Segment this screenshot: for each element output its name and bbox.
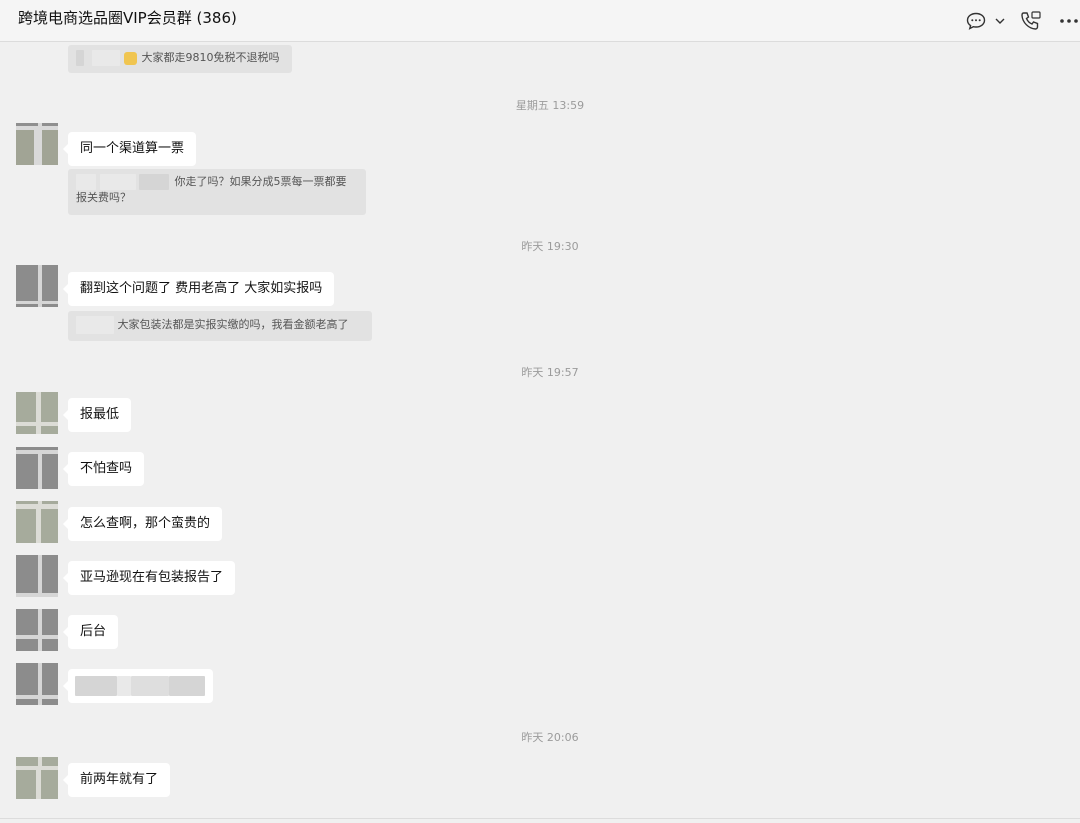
- avatar[interactable]: [16, 392, 58, 434]
- phone-icon[interactable]: [1020, 11, 1042, 31]
- message-bubble[interactable]: 翻到这个问题了 费用老高了 大家如实报吗: [62, 272, 335, 306]
- blurred-name: [91, 50, 120, 66]
- timestamp: 星期五 13:59: [515, 99, 585, 112]
- chat-bubble-icon[interactable]: [966, 12, 986, 30]
- blurred-message-bubble[interactable]: [63, 669, 213, 703]
- quoted-message[interactable]: 你走了吗？如果分成5票每一票都要 报关费吗？: [68, 169, 366, 215]
- blurred-name: [99, 174, 136, 190]
- blurred-name: [76, 316, 114, 334]
- timestamp: 昨天 19:57: [521, 366, 579, 379]
- blurred-content: [169, 676, 205, 696]
- message-bubble[interactable]: 前两年就有了: [62, 763, 171, 797]
- timestamp: 昨天 20:06: [521, 731, 579, 744]
- message-bubble[interactable]: 后台: [62, 615, 119, 649]
- quote-text: 报关费吗？: [76, 191, 131, 204]
- blurred-content: [117, 676, 131, 696]
- emoji-icon: [124, 51, 137, 65]
- quoted-message[interactable]: 大家都走9810免税不退税吗: [68, 45, 292, 73]
- chevron-down-icon[interactable]: [995, 18, 1005, 24]
- blurred-name: [139, 174, 169, 190]
- chat-title: 跨境电商选品圈VIP会员群 (386): [18, 9, 237, 27]
- avatar[interactable]: [16, 501, 58, 543]
- blurred-content: [131, 676, 169, 696]
- timestamp: 昨天 19:30: [521, 240, 579, 253]
- avatar[interactable]: [16, 123, 58, 165]
- message-bubble[interactable]: 报最低: [62, 398, 132, 432]
- blurred-name: [76, 50, 84, 66]
- avatar[interactable]: [16, 447, 58, 489]
- message-bubble[interactable]: 亚马逊现在有包装报告了: [62, 561, 236, 595]
- quote-text: 大家包装法都是实报实缴的吗，我看金额老高了: [117, 318, 349, 331]
- divider: [0, 818, 1080, 819]
- quote-text: 你走了吗？如果分成5票每一票都要: [174, 175, 347, 188]
- message-bubble[interactable]: 怎么查啊，那个蛮贵的: [62, 507, 223, 541]
- avatar[interactable]: [16, 757, 58, 799]
- avatar[interactable]: [16, 265, 58, 307]
- quote-text: 大家都走9810免税不退税吗: [141, 51, 280, 64]
- avatar[interactable]: [16, 555, 58, 597]
- message-bubble[interactable]: 不怕查吗: [62, 452, 145, 486]
- blurred-content: [75, 676, 117, 696]
- message-bubble[interactable]: 同一个渠道算一票: [62, 132, 197, 166]
- more-icon[interactable]: [1059, 18, 1079, 24]
- avatar[interactable]: [16, 663, 58, 705]
- blurred-name: [76, 174, 96, 190]
- quoted-message[interactable]: 大家包装法都是实报实缴的吗，我看金额老高了: [68, 311, 372, 341]
- avatar[interactable]: [16, 609, 58, 651]
- message-list[interactable]: 大家都走9810免税不退税吗 星期五 13:59 同一个渠道算一票 你走了吗？如…: [0, 43, 1080, 823]
- chat-header: 跨境电商选品圈VIP会员群 (386): [0, 0, 1080, 42]
